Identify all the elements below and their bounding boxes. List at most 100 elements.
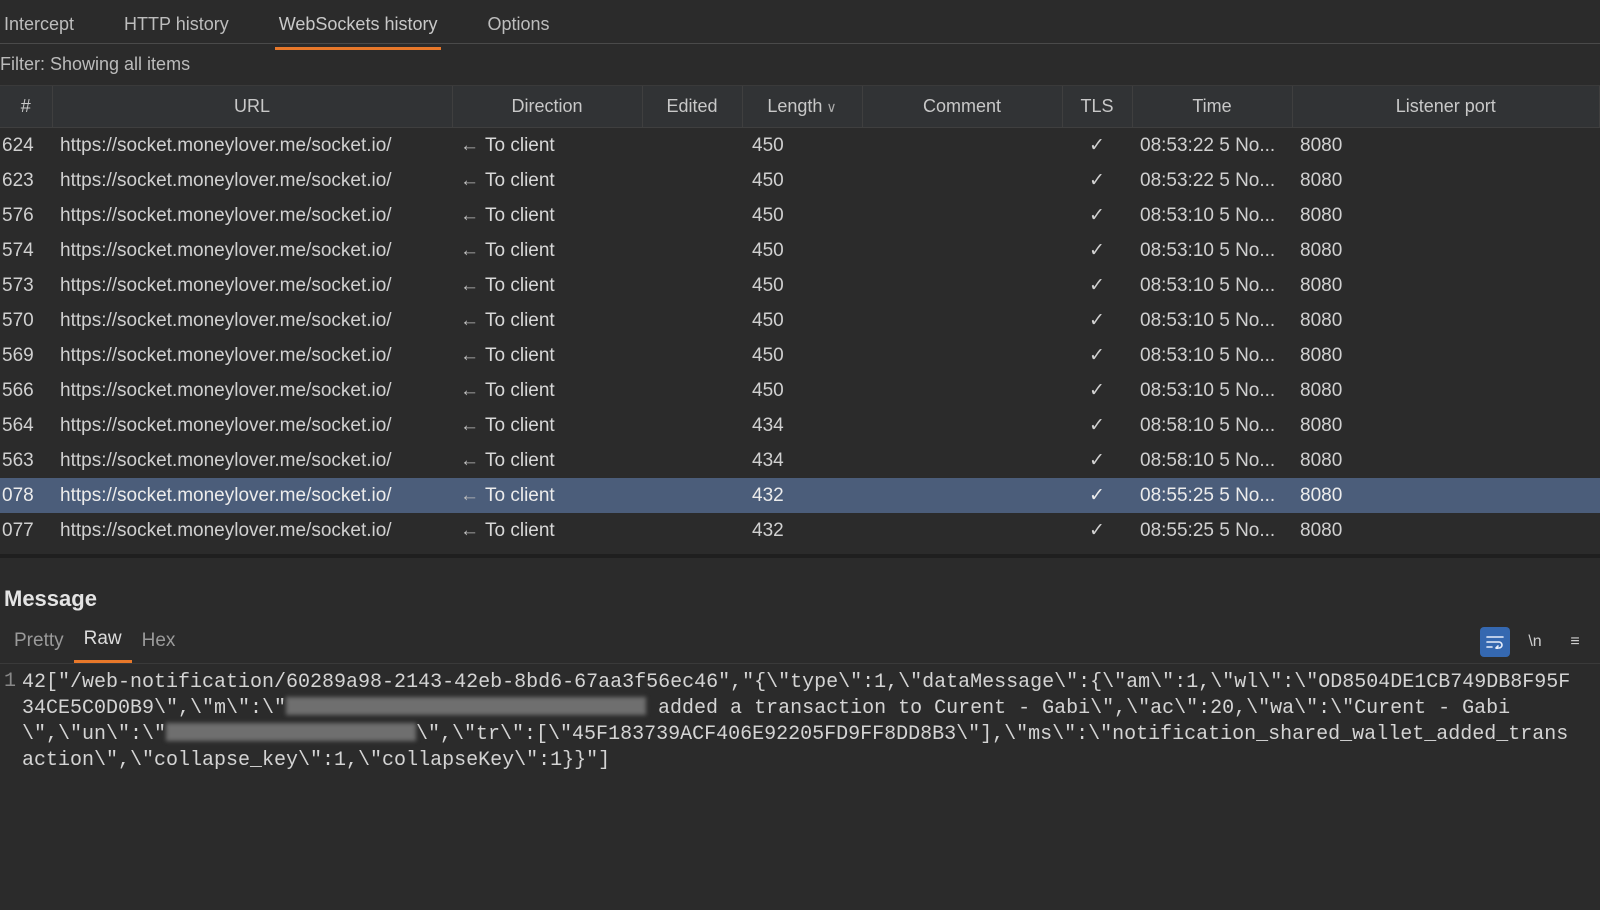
cell-number: 624 (0, 128, 52, 164)
cell-length: 434 (742, 408, 862, 443)
table-row[interactable]: 078https://socket.moneylover.me/socket.i… (0, 478, 1600, 513)
cell-number: 563 (0, 443, 52, 478)
arrow-left-icon: ← (460, 450, 479, 471)
cell-direction: ←To client (452, 163, 642, 198)
raw-content[interactable]: 42["/web-notification/60289a98-2143-42eb… (22, 670, 1600, 774)
table-row[interactable]: 574https://socket.moneylover.me/socket.i… (0, 233, 1600, 268)
newline-button[interactable]: \n (1520, 627, 1550, 657)
table-row[interactable]: 563https://socket.moneylover.me/socket.i… (0, 443, 1600, 478)
msg-tab-raw[interactable]: Raw (74, 620, 132, 663)
cell-edited (642, 373, 742, 408)
sort-desc-icon: ∨ (826, 99, 836, 115)
cell-edited (642, 513, 742, 548)
cell-tls: ✓ (1062, 338, 1132, 373)
filter-bar[interactable]: Filter: Showing all items (0, 44, 1600, 86)
arrow-left-icon: ← (460, 485, 479, 506)
cell-number: 576 (0, 198, 52, 233)
cell-port: 8080 (1292, 303, 1600, 338)
arrow-left-icon: ← (460, 205, 479, 226)
col-comment[interactable]: Comment (862, 86, 1062, 128)
cell-edited (642, 338, 742, 373)
cell-length: 432 (742, 478, 862, 513)
cell-length: 450 (742, 163, 862, 198)
cell-port: 8080 (1292, 338, 1600, 373)
cell-url: https://socket.moneylover.me/socket.io/ (52, 513, 452, 548)
tab-http-history[interactable]: HTTP history (120, 8, 233, 47)
cell-tls: ✓ (1062, 443, 1132, 478)
cell-port: 8080 (1292, 443, 1600, 478)
cell-time: 08:55:25 5 No... (1132, 478, 1292, 513)
tab-options[interactable]: Options (483, 8, 553, 47)
cell-edited (642, 303, 742, 338)
table-row[interactable]: 077https://socket.moneylover.me/socket.i… (0, 513, 1600, 548)
table-row[interactable]: 573https://socket.moneylover.me/socket.i… (0, 268, 1600, 303)
cell-comment (862, 303, 1062, 338)
cell-length: 450 (742, 303, 862, 338)
cell-length: 450 (742, 233, 862, 268)
table-row[interactable]: 624https://socket.moneylover.me/socket.i… (0, 128, 1600, 164)
message-panel: Message Pretty Raw Hex \n ≡ 1 42["/web-n… (0, 554, 1600, 774)
raw-message-body[interactable]: 1 42["/web-notification/60289a98-2143-42… (0, 664, 1600, 774)
cell-url: https://socket.moneylover.me/socket.io/ (52, 443, 452, 478)
table-row[interactable]: 569https://socket.moneylover.me/socket.i… (0, 338, 1600, 373)
cell-url: https://socket.moneylover.me/socket.io/ (52, 408, 452, 443)
cell-time: 08:53:22 5 No... (1132, 163, 1292, 198)
cell-url: https://socket.moneylover.me/socket.io/ (52, 198, 452, 233)
tab-websockets-history[interactable]: WebSockets history (275, 8, 442, 50)
cell-tls: ✓ (1062, 233, 1132, 268)
cell-tls: ✓ (1062, 268, 1132, 303)
cell-tls: ✓ (1062, 478, 1132, 513)
col-number[interactable]: # (0, 86, 52, 128)
cell-comment (862, 373, 1062, 408)
cell-direction: ←To client (452, 338, 642, 373)
menu-button[interactable]: ≡ (1560, 627, 1590, 657)
cell-port: 8080 (1292, 268, 1600, 303)
cell-port: 8080 (1292, 198, 1600, 233)
cell-number: 569 (0, 338, 52, 373)
cell-url: https://socket.moneylover.me/socket.io/ (52, 163, 452, 198)
cell-port: 8080 (1292, 478, 1600, 513)
col-edited[interactable]: Edited (642, 86, 742, 128)
cell-number: 574 (0, 233, 52, 268)
cell-port: 8080 (1292, 408, 1600, 443)
cell-length: 450 (742, 128, 862, 164)
table-row[interactable]: 570https://socket.moneylover.me/socket.i… (0, 303, 1600, 338)
cell-edited (642, 443, 742, 478)
table-row[interactable]: 566https://socket.moneylover.me/socket.i… (0, 373, 1600, 408)
websockets-table: # URL Direction Edited Length∨ Comment T… (0, 86, 1600, 548)
message-tabs: Pretty Raw Hex \n ≡ (0, 620, 1600, 664)
cell-time: 08:53:10 5 No... (1132, 268, 1292, 303)
col-tls[interactable]: TLS (1062, 86, 1132, 128)
col-listener-port[interactable]: Listener port (1292, 86, 1600, 128)
arrow-left-icon: ← (460, 170, 479, 191)
cell-tls: ✓ (1062, 303, 1132, 338)
cell-port: 8080 (1292, 513, 1600, 548)
cell-tls: ✓ (1062, 163, 1132, 198)
cell-edited (642, 478, 742, 513)
table-row[interactable]: 564https://socket.moneylover.me/socket.i… (0, 408, 1600, 443)
redacted-segment (286, 697, 646, 715)
arrow-left-icon: ← (460, 240, 479, 261)
cell-time: 08:53:22 5 No... (1132, 128, 1292, 164)
cell-port: 8080 (1292, 233, 1600, 268)
col-time[interactable]: Time (1132, 86, 1292, 128)
cell-length: 432 (742, 513, 862, 548)
col-direction[interactable]: Direction (452, 86, 642, 128)
msg-tab-hex[interactable]: Hex (132, 622, 186, 662)
cell-direction: ←To client (452, 373, 642, 408)
cell-length: 434 (742, 443, 862, 478)
cell-direction: ←To client (452, 478, 642, 513)
col-url[interactable]: URL (52, 86, 452, 128)
table-header: # URL Direction Edited Length∨ Comment T… (0, 86, 1600, 128)
table-row[interactable]: 623https://socket.moneylover.me/socket.i… (0, 163, 1600, 198)
cell-comment (862, 268, 1062, 303)
wrap-toggle-button[interactable] (1480, 627, 1510, 657)
wrap-icon (1486, 635, 1504, 649)
cell-comment (862, 513, 1062, 548)
top-tabs: Intercept HTTP history WebSockets histor… (0, 0, 1600, 44)
tab-intercept[interactable]: Intercept (0, 8, 78, 47)
table-row[interactable]: 576https://socket.moneylover.me/socket.i… (0, 198, 1600, 233)
msg-tab-pretty[interactable]: Pretty (4, 622, 74, 662)
col-length[interactable]: Length∨ (742, 86, 862, 128)
cell-comment (862, 163, 1062, 198)
